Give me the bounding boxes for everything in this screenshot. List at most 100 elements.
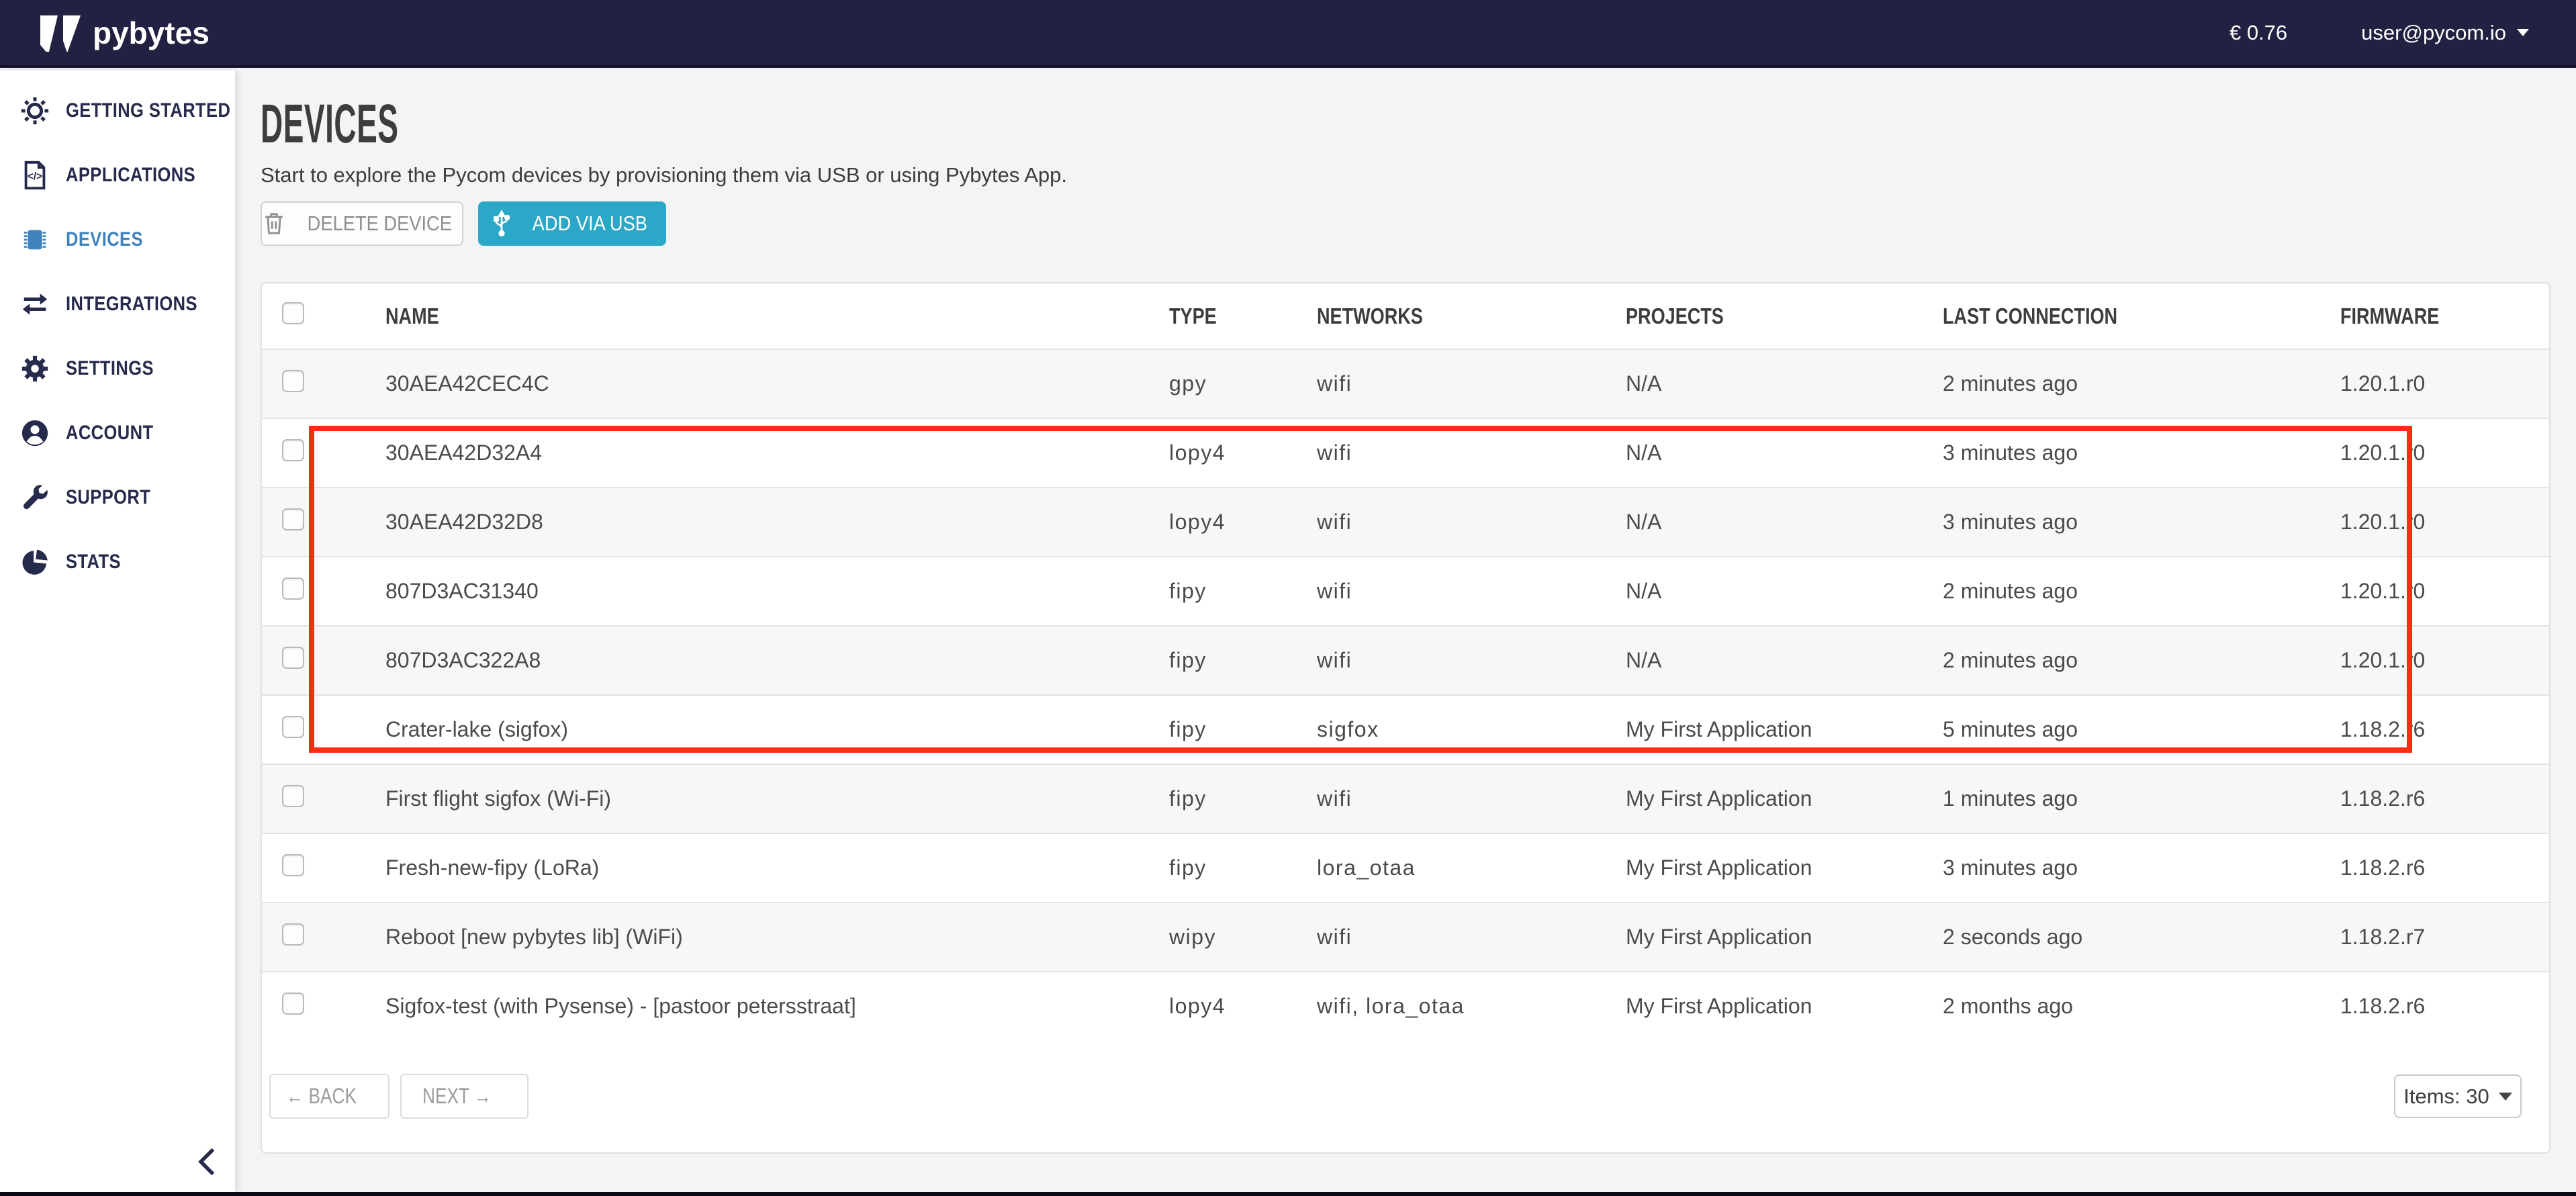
- pybytes-logo-icon: [39, 10, 83, 55]
- device-last-connection: 3 minutes ago: [1920, 856, 2317, 880]
- sidebar-item-support[interactable]: SUPPORT: [0, 465, 235, 530]
- next-button[interactable]: NEXT →: [400, 1074, 528, 1119]
- select-all-checkbox[interactable]: [282, 302, 304, 324]
- device-projects: My First Application: [1603, 925, 1920, 950]
- device-name: First flight sigfox (Wi-Fi): [363, 786, 1146, 811]
- column-header-last-connection[interactable]: LAST CONNECTION: [1920, 304, 2317, 329]
- sidebar-item-stats[interactable]: STATS: [0, 530, 235, 594]
- table-row[interactable]: 30AEA42CEC4C gpy wifi N/A 2 minutes ago …: [262, 349, 2549, 418]
- device-name: 807D3AC322A8: [363, 648, 1146, 673]
- sidebar-item-label: INTEGRATIONS: [66, 293, 197, 316]
- row-checkbox[interactable]: [282, 854, 304, 876]
- chip-icon: [16, 224, 54, 255]
- device-name: 807D3AC31340: [363, 579, 1146, 604]
- delete-device-button[interactable]: DELETE DEVICE: [261, 201, 463, 246]
- device-type: fipy: [1146, 648, 1294, 673]
- sidebar-item-devices[interactable]: DEVICES: [0, 208, 235, 272]
- sidebar-item-applications[interactable]: </> APPLICATIONS: [0, 143, 235, 208]
- row-checkbox[interactable]: [282, 439, 304, 461]
- device-networks: wifi: [1294, 510, 1603, 535]
- device-last-connection: 3 minutes ago: [1920, 510, 2317, 535]
- row-checkbox[interactable]: [282, 647, 304, 669]
- row-checkbox[interactable]: [282, 370, 304, 392]
- sidebar-item-label: ACCOUNT: [66, 422, 153, 445]
- device-name: Crater-lake (sigfox): [363, 717, 1146, 742]
- row-checkbox[interactable]: [282, 716, 304, 738]
- device-type: fipy: [1146, 579, 1294, 604]
- user-icon: [16, 418, 54, 449]
- device-projects: My First Application: [1603, 717, 1920, 742]
- device-networks: wifi, lora_otaa: [1294, 994, 1603, 1019]
- device-firmware: 1.20.1.r0: [2317, 510, 2549, 535]
- device-firmware: 1.18.2.r6: [2317, 717, 2549, 742]
- row-checkbox[interactable]: [282, 508, 304, 531]
- user-email: user@pycom.io: [2361, 21, 2506, 45]
- table-row[interactable]: First flight sigfox (Wi-Fi) fipy wifi My…: [262, 764, 2549, 833]
- chevron-down-icon: [2499, 1093, 2512, 1101]
- device-projects: My First Application: [1603, 856, 1920, 880]
- table-row[interactable]: 807D3AC322A8 fipy wifi N/A 2 minutes ago…: [262, 625, 2549, 694]
- sidebar-item-integrations[interactable]: INTEGRATIONS: [0, 272, 235, 336]
- sidebar-item-account[interactable]: ACCOUNT: [0, 401, 235, 465]
- sidebar-item-settings[interactable]: SETTINGS: [0, 336, 235, 401]
- column-header-firmware[interactable]: FIRMWARE: [2317, 304, 2549, 329]
- column-header-projects[interactable]: PROJECTS: [1603, 304, 1920, 329]
- table-row[interactable]: 30AEA42D32D8 lopy4 wifi N/A 3 minutes ag…: [262, 487, 2549, 556]
- table-row[interactable]: Fresh-new-fipy (LoRa) fipy lora_otaa My …: [262, 833, 2549, 902]
- svg-text:</>: </>: [28, 171, 42, 183]
- wrench-icon: [16, 482, 54, 513]
- row-checkbox[interactable]: [282, 578, 304, 600]
- sidebar-item-label: SETTINGS: [66, 357, 154, 380]
- device-firmware: 1.20.1.r0: [2317, 441, 2549, 465]
- back-button[interactable]: ← BACK: [269, 1074, 389, 1119]
- table-row[interactable]: Sigfox-test (with Pysense) - [pastoor pe…: [262, 971, 2549, 1040]
- add-via-usb-button[interactable]: ADD VIA USB: [478, 201, 666, 246]
- items-per-page-dropdown[interactable]: Items: 30: [2394, 1074, 2522, 1118]
- device-networks: wifi: [1294, 441, 1603, 465]
- device-type: fipy: [1146, 717, 1294, 742]
- pybytes-logo[interactable]: pybytes: [39, 10, 210, 55]
- table-row[interactable]: 807D3AC31340 fipy wifi N/A 2 minutes ago…: [262, 556, 2549, 625]
- device-last-connection: 2 minutes ago: [1920, 648, 2317, 673]
- row-checkbox[interactable]: [282, 785, 304, 807]
- arrows-exchange-icon: [16, 289, 54, 320]
- devices-table: NAME TYPE NETWORKS PROJECTS LAST CONNECT…: [261, 282, 2550, 1154]
- top-navigation-bar: pybytes € 0.76 user@pycom.io: [0, 0, 2576, 68]
- column-header-type[interactable]: TYPE: [1146, 304, 1294, 329]
- column-header-networks[interactable]: NETWORKS: [1294, 304, 1603, 329]
- device-name: 30AEA42D32A4: [363, 441, 1146, 465]
- device-firmware: 1.18.2.r6: [2317, 856, 2549, 880]
- page-subtitle: Start to explore the Pycom devices by pr…: [261, 163, 1067, 187]
- device-projects: N/A: [1603, 371, 1920, 396]
- device-firmware: 1.20.1.r0: [2317, 371, 2549, 396]
- sidebar-item-label: DEVICES: [66, 228, 143, 251]
- device-name: Sigfox-test (with Pysense) - [pastoor pe…: [363, 994, 1146, 1019]
- device-networks: wifi: [1294, 371, 1603, 396]
- sidebar-collapse-button[interactable]: [181, 1135, 235, 1189]
- sidebar-item-label: SUPPORT: [66, 486, 150, 509]
- table-row[interactable]: Crater-lake (sigfox) fipy sigfox My Firs…: [262, 694, 2549, 764]
- device-type: lopy4: [1146, 441, 1294, 465]
- device-name: 30AEA42D32D8: [363, 510, 1146, 535]
- column-header-name[interactable]: NAME: [363, 304, 1146, 329]
- device-firmware: 1.18.2.r7: [2317, 925, 2549, 950]
- device-type: wipy: [1146, 925, 1294, 950]
- row-checkbox[interactable]: [282, 923, 304, 946]
- device-networks: wifi: [1294, 579, 1603, 604]
- table-row[interactable]: 30AEA42D32A4 lopy4 wifi N/A 3 minutes ag…: [262, 418, 2549, 487]
- device-last-connection: 5 minutes ago: [1920, 717, 2317, 742]
- device-projects: N/A: [1603, 648, 1920, 673]
- device-projects: My First Application: [1603, 786, 1920, 811]
- device-networks: wifi: [1294, 786, 1603, 811]
- delete-device-label: DELETE DEVICE: [307, 212, 451, 236]
- usb-icon: [490, 209, 514, 238]
- logo-text: pybytes: [93, 15, 210, 51]
- row-checkbox[interactable]: [282, 993, 304, 1015]
- table-row[interactable]: Reboot [new pybytes lib] (WiFi) wipy wif…: [262, 902, 2549, 971]
- table-body: 30AEA42CEC4C gpy wifi N/A 2 minutes ago …: [262, 349, 2549, 1040]
- device-name: Fresh-new-fipy (LoRa): [363, 856, 1146, 880]
- pie-chart-icon: [16, 547, 54, 578]
- sidebar-item-getting-started[interactable]: GETTING STARTED: [0, 79, 235, 143]
- device-type: fipy: [1146, 786, 1294, 811]
- user-menu[interactable]: user@pycom.io: [2361, 21, 2529, 45]
